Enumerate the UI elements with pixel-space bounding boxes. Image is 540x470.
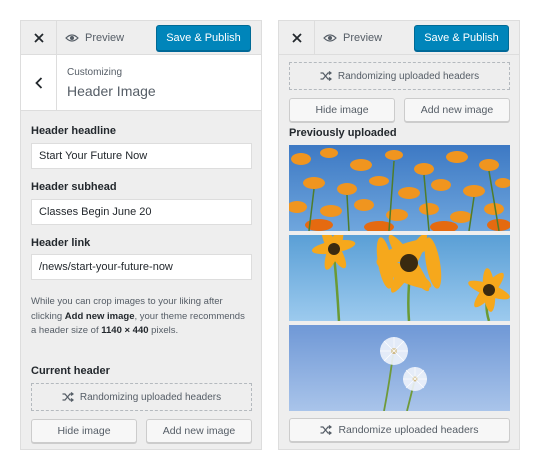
- section-header: Customizing Header Image: [21, 55, 261, 111]
- shuffle-icon: [320, 425, 333, 435]
- dandelions-image: [289, 325, 510, 411]
- uploaded-header-thumbnail[interactable]: [289, 235, 510, 321]
- customizer-panel-right: Preview Save & Publish Randomizing uploa…: [278, 20, 520, 450]
- preview-button[interactable]: Preview: [65, 21, 124, 54]
- shuffle-icon: [62, 392, 74, 402]
- eye-icon: [65, 33, 79, 42]
- link-label: Header link: [31, 237, 91, 249]
- link-input[interactable]: /news/start-your-future-now: [31, 254, 252, 280]
- hide-image-button[interactable]: Hide image: [31, 419, 137, 443]
- current-header-label: Current header: [31, 365, 110, 377]
- headline-label: Header headline: [31, 125, 116, 137]
- close-icon: [291, 32, 302, 43]
- subhead-label: Header subhead: [31, 181, 117, 193]
- yellow-daisies-image: [289, 235, 510, 321]
- save-publish-button[interactable]: Save & Publish: [156, 25, 251, 51]
- close-button[interactable]: [279, 21, 315, 54]
- close-button[interactable]: [21, 21, 57, 54]
- uploaded-header-thumbnail[interactable]: [289, 325, 510, 411]
- close-icon: [33, 32, 44, 43]
- customizer-panel-left: Preview Save & Publish Customizing Heade…: [20, 20, 262, 450]
- orange-poppies-image: [289, 145, 510, 231]
- uploaded-header-thumbnail[interactable]: [289, 145, 510, 231]
- header-size-description: While you can crop images to your liking…: [31, 296, 245, 336]
- subhead-input[interactable]: Classes Begin June 20: [31, 199, 252, 225]
- section-title: Header Image: [67, 83, 156, 99]
- randomizing-placeholder: Randomizing uploaded headers: [289, 62, 510, 90]
- preview-button[interactable]: Preview: [323, 21, 382, 54]
- randomizing-text: Randomizing uploaded headers: [337, 70, 480, 82]
- randomize-uploaded-headers-button[interactable]: Randomize uploaded headers: [289, 418, 510, 442]
- current-header-randomizing-text: Randomizing uploaded headers: [79, 391, 222, 403]
- headline-input[interactable]: Start Your Future Now: [31, 143, 252, 169]
- current-header-placeholder: Randomizing uploaded headers: [31, 383, 252, 411]
- preview-label: Preview: [343, 31, 383, 44]
- eye-icon: [323, 33, 337, 42]
- previously-uploaded-label: Previously uploaded: [289, 127, 397, 139]
- add-new-image-button[interactable]: Add new image: [404, 98, 510, 122]
- randomize-button-label: Randomize uploaded headers: [338, 424, 479, 436]
- breadcrumb: Customizing: [67, 67, 123, 78]
- back-button[interactable]: [21, 55, 57, 110]
- hide-image-button[interactable]: Hide image: [289, 98, 395, 122]
- customizer-topbar: Preview Save & Publish: [279, 21, 519, 55]
- preview-label: Preview: [85, 31, 125, 44]
- chevron-left-icon: [34, 76, 42, 89]
- save-publish-button[interactable]: Save & Publish: [414, 25, 509, 51]
- shuffle-icon: [320, 71, 332, 81]
- customizer-topbar: Preview Save & Publish: [21, 21, 261, 55]
- add-new-image-button[interactable]: Add new image: [146, 419, 252, 443]
